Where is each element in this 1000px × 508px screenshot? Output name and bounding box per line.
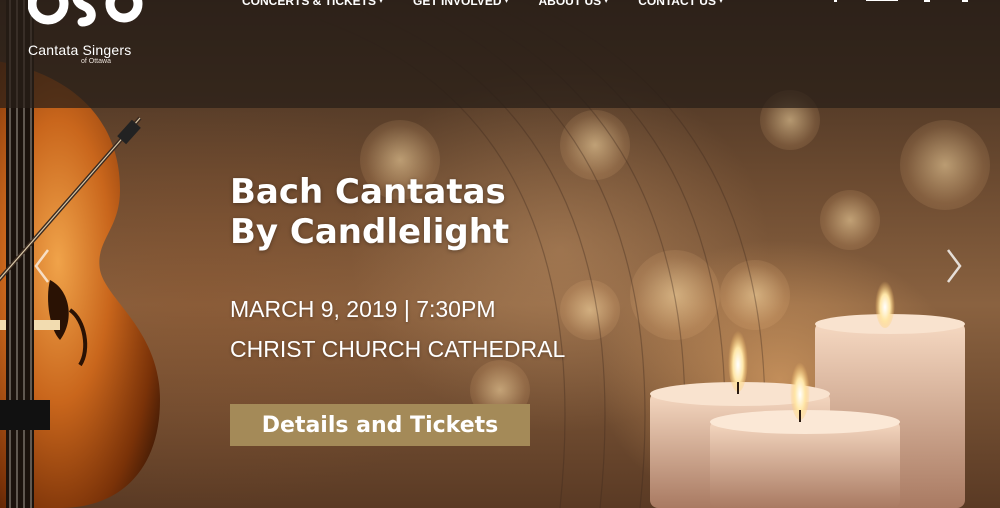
hero-title-block: Bach Cantatas By Candlelight bbox=[230, 172, 509, 252]
facebook-icon[interactable] bbox=[834, 0, 837, 2]
nav-item-label: CONCERTS & TICKETS bbox=[242, 0, 377, 8]
nav-item-about-us[interactable]: ABOUT US ▾ bbox=[539, 0, 609, 8]
chevron-down-icon: ▾ bbox=[379, 0, 384, 5]
event-venue: CHRIST CHURCH CATHEDRAL bbox=[230, 336, 566, 362]
event-date: MARCH 9, 2019 | 7:30PM bbox=[230, 296, 496, 322]
chevron-down-icon: ▾ bbox=[504, 0, 509, 5]
details-and-tickets-button[interactable]: Details and Tickets bbox=[230, 404, 530, 446]
nav-item-label: GET INVOLVED bbox=[413, 0, 502, 8]
bokeh-light bbox=[820, 190, 880, 250]
header-tools bbox=[834, 0, 968, 2]
nav-item-label: CONTACT US bbox=[638, 0, 716, 8]
candles-image bbox=[650, 276, 965, 508]
nav-item-get-involved[interactable]: GET INVOLVED ▾ bbox=[413, 0, 508, 8]
logo-name: Cantata Singers bbox=[28, 42, 132, 58]
bokeh-light bbox=[900, 120, 990, 210]
language-toggle-icon[interactable] bbox=[866, 0, 898, 1]
site-logo[interactable]: Cantata Singers of Ottawa bbox=[24, 0, 144, 68]
nav-item-concerts-tickets[interactable]: CONCERTS & TICKETS ▾ bbox=[242, 0, 383, 8]
hero-title-line1: Bach Cantatas bbox=[230, 172, 506, 212]
hero-slider: Cantata Singers of Ottawa CONCERTS & TIC… bbox=[0, 0, 1000, 508]
nav-item-contact-us[interactable]: CONTACT US ▾ bbox=[638, 0, 723, 8]
chevron-down-icon: ▾ bbox=[718, 0, 723, 5]
logo-subname: of Ottawa bbox=[81, 58, 111, 65]
cso-logo-icon bbox=[28, 0, 143, 27]
twitter-icon[interactable] bbox=[924, 0, 930, 2]
chevron-left-icon[interactable] bbox=[32, 246, 52, 286]
nav-item-label: ABOUT US bbox=[538, 0, 602, 8]
search-icon[interactable] bbox=[962, 0, 968, 2]
hero-title-line2: By Candlelight bbox=[230, 212, 510, 252]
chevron-right-icon[interactable] bbox=[944, 246, 964, 286]
main-nav: CONCERTS & TICKETS ▾ GET INVOLVED ▾ ABOUT … bbox=[242, 0, 753, 8]
site-header: Cantata Singers of Ottawa CONCERTS & TIC… bbox=[0, 0, 1000, 108]
chevron-down-icon: ▾ bbox=[604, 0, 609, 5]
